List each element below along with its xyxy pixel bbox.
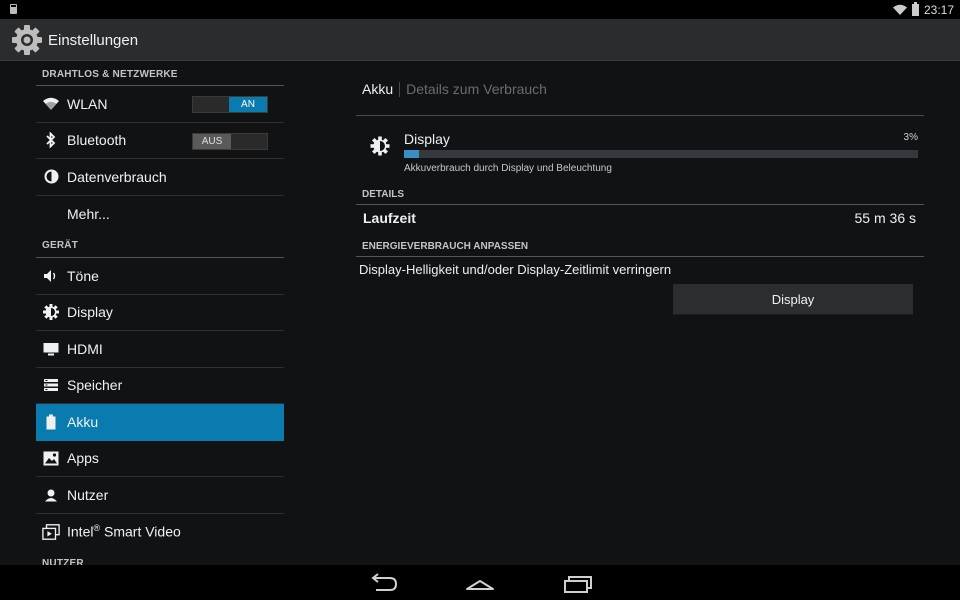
brightness-icon	[370, 136, 390, 156]
smart-video-icon	[42, 523, 60, 541]
app-title: Einstellungen	[48, 32, 139, 49]
sidebar-item-data-usage[interactable]: Datenverbrauch	[36, 159, 284, 196]
toggle-thumb: AUS	[193, 133, 231, 149]
section-header-wireless: DRAHTLOS & NETZWERKE	[36, 62, 284, 86]
sidebar-item-battery[interactable]: Akku	[36, 404, 284, 441]
runtime-value: 55 m 36 s	[854, 210, 916, 226]
sidebar-item-storage[interactable]: Speicher	[36, 368, 284, 404]
brightness-icon	[42, 303, 60, 321]
bluetooth-icon	[42, 131, 60, 149]
speaker-icon	[42, 267, 60, 285]
usage-description: Akkuverbrauch durch Display und Beleucht…	[404, 163, 612, 174]
runtime-label: Laufzeit	[363, 210, 416, 226]
sidebar-item-label: Mehr...	[67, 205, 110, 222]
sidebar-item-label: WLAN	[67, 95, 108, 112]
back-icon[interactable]	[368, 572, 400, 594]
section-header-device: GERÄT	[36, 232, 284, 258]
breadcrumb-separator	[399, 81, 401, 97]
breadcrumb-subpage: Details zum Verbrauch	[406, 81, 547, 97]
battery-details-pane: Akku Details zum Verbrauch Display 3% Ak…	[356, 60, 924, 565]
usage-progress-fill	[404, 150, 420, 158]
toggle-thumb: AN	[229, 97, 267, 112]
recents-icon[interactable]	[561, 572, 593, 594]
section-header-details: DETAILS	[356, 186, 924, 205]
section-header-adjust: ENERGIEVERBRAUCH ANPASSEN	[356, 238, 924, 257]
blank-icon	[42, 205, 60, 223]
bluetooth-toggle[interactable]: AUS	[192, 132, 268, 150]
action-bar: Einstellungen	[0, 19, 960, 61]
data-usage-icon	[42, 168, 60, 186]
sidebar-item-sounds[interactable]: Töne	[36, 258, 284, 295]
sidebar-item-users[interactable]: Nutzer	[36, 477, 284, 514]
sidebar-item-label: Töne	[67, 267, 99, 284]
sidebar-item-display[interactable]: Display	[36, 295, 284, 331]
wlan-toggle[interactable]: AN	[192, 96, 268, 113]
sidebar-item-label: Apps	[67, 450, 99, 467]
runtime-row: Laufzeit 55 m 36 s	[356, 206, 924, 230]
breadcrumb: Akku Details zum Verbrauch	[362, 81, 547, 97]
storage-icon	[42, 376, 60, 394]
wifi-icon	[42, 95, 60, 113]
battery-icon	[42, 413, 60, 431]
label-suffix: Smart Video	[100, 524, 181, 541]
breadcrumb-current[interactable]: Akku	[362, 81, 393, 97]
sidebar-item-label: Datenverbrauch	[67, 168, 167, 185]
sidebar-item-smart-video[interactable]: Intel® Smart Video	[36, 514, 284, 551]
section-header-users: NUTZER	[36, 550, 284, 565]
label-main: Intel	[67, 524, 94, 541]
user-icon	[42, 486, 60, 504]
sidebar-item-wlan[interactable]: WLAN AN	[36, 86, 284, 123]
navigation-bar	[0, 565, 960, 600]
sd-card-icon	[10, 4, 17, 14]
status-clock: 23:17	[923, 2, 954, 17]
apps-icon	[42, 449, 60, 467]
usage-name: Display	[404, 131, 450, 147]
sidebar-item-bluetooth[interactable]: Bluetooth AUS	[36, 123, 284, 159]
monitor-icon	[42, 340, 60, 358]
usage-percent: 3%	[903, 132, 918, 143]
adjust-hint: Display-Helligkeit und/oder Display-Zeit…	[359, 262, 672, 277]
wifi-icon	[892, 4, 907, 15]
settings-sidebar: DRAHTLOS & NETZWERKE WLAN AN Bluetooth A…	[36, 60, 284, 565]
sidebar-item-label: Display	[67, 304, 113, 321]
status-icons: 23:17	[892, 0, 954, 19]
divider	[356, 115, 924, 116]
sidebar-item-label: Speicher	[67, 377, 123, 394]
status-bar: 23:17	[0, 0, 960, 19]
display-settings-button[interactable]: Display	[673, 284, 913, 315]
sidebar-item-label: Intel® Smart Video	[67, 523, 181, 540]
usage-item-display: Display 3% Akkuverbrauch durch Display u…	[356, 126, 924, 178]
sidebar-item-more[interactable]: Mehr...	[36, 196, 284, 233]
battery-icon	[911, 1, 919, 16]
sidebar-item-label: Bluetooth	[67, 132, 127, 149]
sidebar-item-label: Akku	[67, 414, 99, 431]
usage-progress-bar	[404, 150, 918, 158]
sidebar-item-apps[interactable]: Apps	[36, 441, 284, 477]
sidebar-item-hdmi[interactable]: HDMI	[36, 331, 284, 368]
sidebar-item-label: HDMI	[67, 340, 103, 357]
home-icon[interactable]	[464, 572, 496, 594]
sidebar-item-label: Nutzer	[67, 486, 109, 503]
gear-icon[interactable]	[10, 23, 44, 57]
